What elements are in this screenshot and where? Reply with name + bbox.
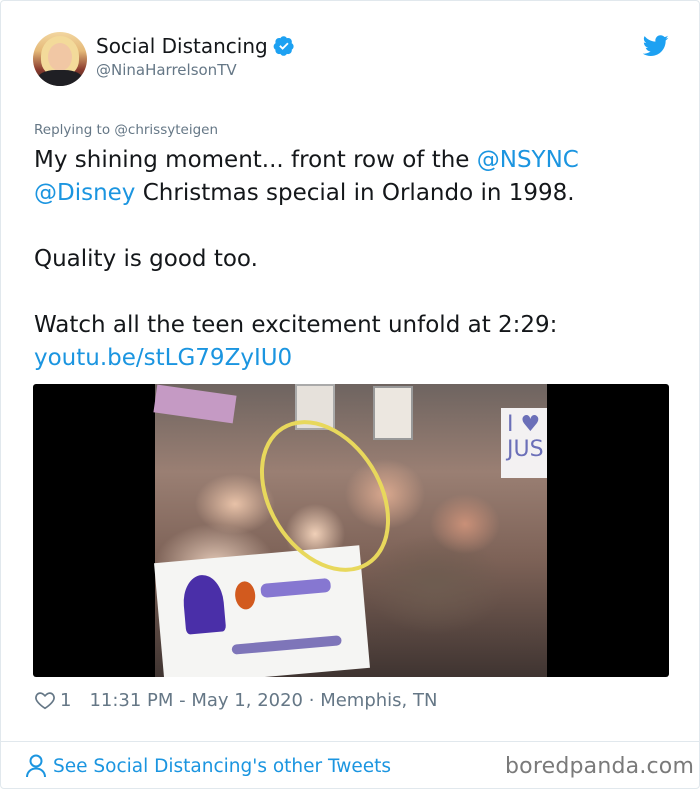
tweet-line: Watch all the teen excitement unfold at … (34, 312, 558, 338)
like-count[interactable]: 1 (60, 690, 71, 711)
verified-badge-icon (273, 36, 294, 56)
avatar[interactable] (33, 32, 87, 86)
watermark: boredpanda.com (505, 754, 695, 779)
author-name-row[interactable]: Social Distancing (96, 34, 295, 58)
tweet-line: @Disney Christmas special in Orlando in … (34, 180, 575, 206)
author-name[interactable]: Social Distancing (96, 34, 268, 58)
divider (1, 741, 699, 742)
tweet-card: Social Distancing @NinaHarrelsonTV Reply… (0, 0, 700, 789)
tweet-line: My shining moment... front row of the @N… (34, 147, 579, 173)
tweet-text: My shining moment... front row of the @N… (34, 144, 674, 375)
highlight-circle (259, 420, 391, 572)
tweet-media-image[interactable]: I ♥ JUS (33, 384, 669, 677)
replying-to[interactable]: Replying to @chrissyteigen (34, 122, 218, 138)
location[interactable]: Memphis, TN (320, 690, 437, 711)
tweet-meta: 1 11:31 PM - May 1, 2020 · Memphis, TN (34, 689, 437, 711)
author-handle[interactable]: @NinaHarrelsonTV (96, 61, 237, 79)
timestamp[interactable]: 11:31 PM - May 1, 2020 (89, 690, 303, 711)
youtube-link[interactable]: youtu.be/stLG79ZyIU0 (34, 345, 292, 371)
heart-icon[interactable] (34, 689, 56, 711)
person-icon (26, 754, 46, 778)
mention-nsync-link[interactable]: @NSYNC (477, 147, 579, 173)
see-other-tweets-link[interactable]: See Social Distancing's other Tweets (25, 753, 391, 779)
tweet-line: youtu.be/stLG79ZyIU0 (34, 342, 674, 375)
tweet-line: Quality is good too. (34, 246, 258, 272)
see-other-tweets-label[interactable]: See Social Distancing's other Tweets (53, 756, 391, 777)
meta-separator: · (303, 689, 321, 711)
crowd-photo: I ♥ JUS (153, 384, 547, 677)
twitter-bird-icon[interactable] (643, 35, 669, 57)
mention-disney-link[interactable]: @Disney (34, 180, 135, 206)
